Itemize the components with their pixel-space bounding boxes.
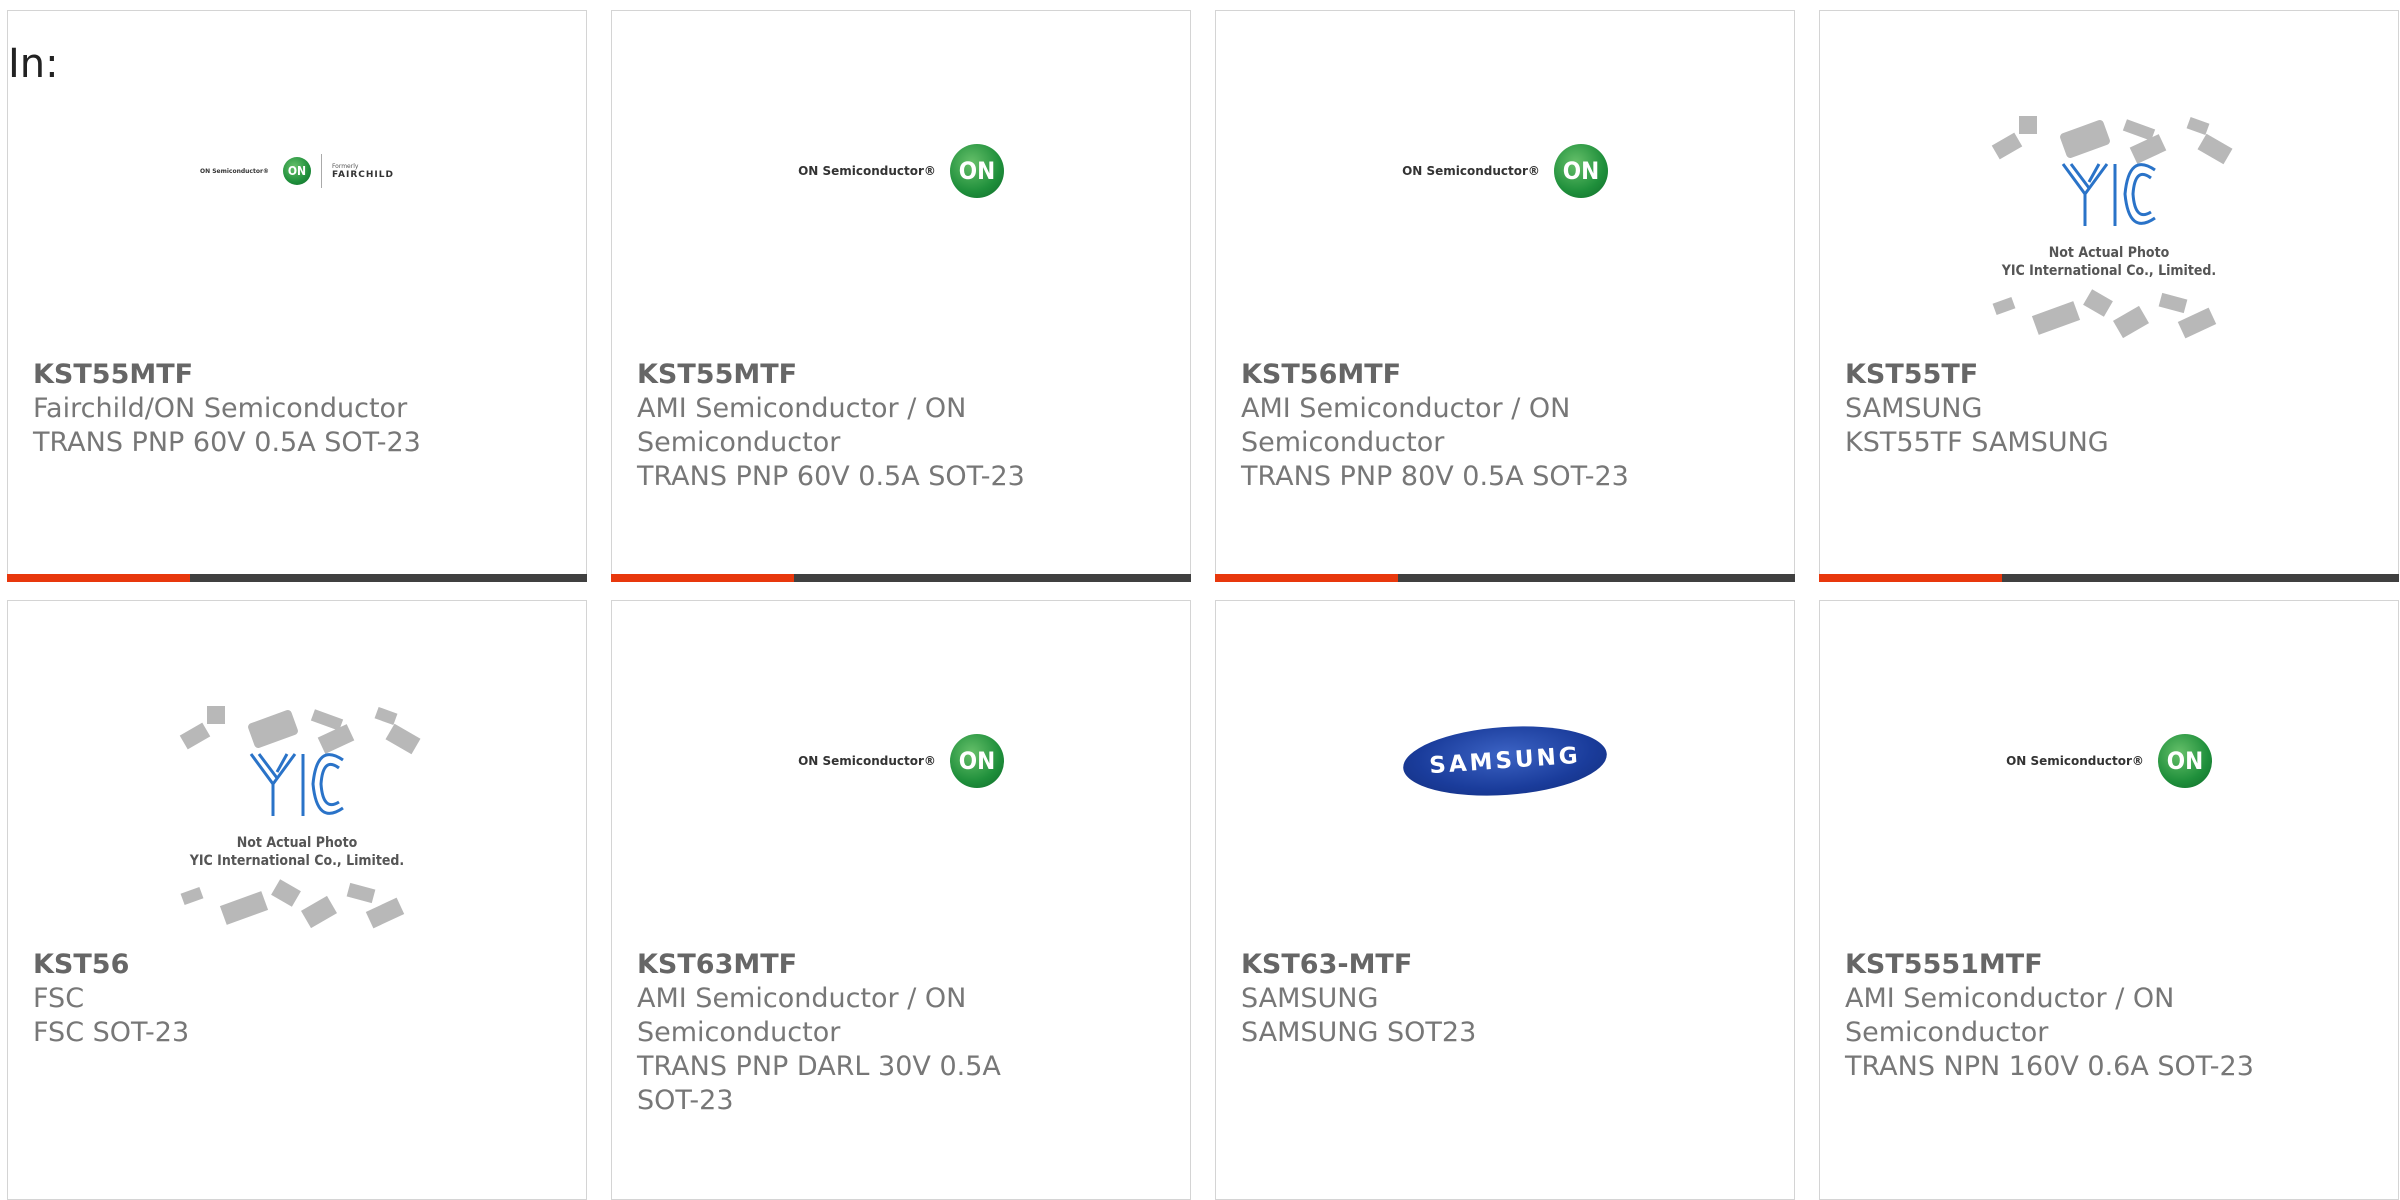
- part-number[interactable]: KST63MTF: [637, 948, 1067, 982]
- description: TRANS PNP DARL 30V 0.5A SOT-23: [637, 1051, 1001, 1116]
- product-card[interactable]: ON Semiconductor® ON Formerly FAIRCHILD …: [7, 10, 587, 582]
- chip-icon: [301, 895, 337, 929]
- part-number[interactable]: KST56: [33, 948, 463, 982]
- onsemi-logo-text: ON Semiconductor®: [1402, 164, 1540, 178]
- onsemi-logo-text: ON Semiconductor®: [2006, 754, 2144, 768]
- product-card[interactable]: Not Actual Photo YIC International Co., …: [1819, 10, 2399, 582]
- onsemi-logo-text: ON Semiconductor®: [200, 167, 269, 175]
- product-grid: ON Semiconductor® ON Formerly FAIRCHILD …: [0, 0, 2400, 1200]
- yic-placeholder: Not Actual Photo YIC International Co., …: [8, 693, 586, 943]
- part-number[interactable]: KST55MTF: [33, 358, 463, 392]
- on-circle-icon: ON: [282, 157, 311, 185]
- description: SAMSUNG SOT23: [1241, 1017, 1477, 1048]
- yic-caption-line2: YIC International Co., Limited.: [189, 853, 405, 869]
- chip-icon: [271, 879, 301, 907]
- description: TRANS PNP 80V 0.5A SOT-23: [1241, 461, 1629, 492]
- part-number[interactable]: KST55MTF: [637, 358, 1067, 392]
- manufacturer: AMI Semiconductor / ON Semiconductor: [637, 393, 967, 458]
- product-card[interactable]: ON Semiconductor® ON KST5551MTF AMI Semi…: [1819, 600, 2399, 1200]
- chip-icon: [219, 891, 269, 925]
- in-label: In:: [8, 41, 59, 87]
- logo-divider: [320, 154, 322, 188]
- yic-placeholder: Not Actual Photo YIC International Co., …: [1820, 103, 2398, 353]
- chip-icon: [385, 723, 421, 755]
- fairchild-onsemi-logo: ON Semiconductor® ON Formerly FAIRCHILD: [8, 91, 586, 251]
- card-bar-accent: [611, 574, 794, 582]
- manufacturer: AMI Semiconductor / ON Semiconductor: [637, 983, 967, 1048]
- product-card[interactable]: ON Semiconductor® ON KST63MTF AMI Semico…: [611, 600, 1191, 1200]
- card-bar: [7, 574, 587, 582]
- chip-icon: [180, 886, 204, 906]
- onsemi-logo: ON Semiconductor® ON: [1216, 91, 1794, 251]
- part-number[interactable]: KST5551MTF: [1845, 948, 2275, 982]
- card-bar: [1819, 574, 2399, 582]
- chip-icon: [2058, 118, 2112, 160]
- chip-icon: [207, 706, 225, 724]
- card-bar-accent: [7, 574, 190, 582]
- product-card[interactable]: ON Semiconductor® ON KST55MTF AMI Semico…: [611, 10, 1191, 582]
- manufacturer: AMI Semiconductor / ON Semiconductor: [1241, 393, 1571, 458]
- card-bar: [1215, 574, 1795, 582]
- chip-icon: [2031, 301, 2081, 335]
- chip-icon: [2158, 292, 2188, 314]
- part-number[interactable]: KST63-MTF: [1241, 948, 1671, 982]
- product-card[interactable]: SAMSUNG KST63-MTF SAMSUNG SAMSUNG SOT23: [1215, 600, 1795, 1200]
- chip-icon: [2083, 289, 2113, 317]
- description: TRANS PNP 60V 0.5A SOT-23: [33, 427, 421, 458]
- onsemi-logo-text: ON Semiconductor®: [798, 754, 936, 768]
- card-bar-accent: [1215, 574, 1398, 582]
- samsung-logo-text: SAMSUNG: [1400, 719, 1610, 803]
- onsemi-logo: ON Semiconductor® ON: [612, 91, 1190, 251]
- manufacturer: FSC: [33, 983, 85, 1014]
- manufacturer: Fairchild/ON Semiconductor: [33, 393, 408, 424]
- product-card[interactable]: ON Semiconductor® ON KST56MTF AMI Semico…: [1215, 10, 1795, 582]
- yic-logo-icon: [249, 753, 344, 816]
- description: TRANS PNP 60V 0.5A SOT-23: [637, 461, 1025, 492]
- onsemi-logo: ON Semiconductor® ON: [1820, 681, 2398, 841]
- fairchild-formerly: Formerly: [331, 162, 359, 170]
- yic-caption-line1: Not Actual Photo: [236, 835, 358, 851]
- chip-icon: [1991, 132, 2023, 160]
- chip-icon: [1992, 296, 2016, 316]
- fairchild-name: FAIRCHILD: [331, 169, 394, 180]
- chip-icon: [374, 706, 398, 726]
- onsemi-logo: ON Semiconductor® ON: [612, 681, 1190, 841]
- on-circle-icon: ON: [2157, 734, 2212, 788]
- manufacturer: SAMSUNG: [1241, 983, 1379, 1014]
- samsung-logo: SAMSUNG: [1216, 681, 1794, 841]
- product-card[interactable]: Not Actual Photo YIC International Co., …: [7, 600, 587, 1200]
- chip-icon: [2019, 116, 2037, 134]
- yic-caption-line1: Not Actual Photo: [2048, 245, 2170, 261]
- manufacturer: AMI Semiconductor / ON Semiconductor: [1845, 983, 2175, 1048]
- chip-icon: [246, 708, 300, 750]
- chip-icon: [2186, 116, 2210, 136]
- card-bar: [611, 574, 1191, 582]
- part-number[interactable]: KST56MTF: [1241, 358, 1671, 392]
- on-circle-icon: ON: [949, 734, 1004, 788]
- on-circle-icon: ON: [949, 144, 1004, 198]
- chip-icon: [2113, 305, 2149, 339]
- part-number[interactable]: KST55TF: [1845, 358, 2275, 392]
- description: KST55TF SAMSUNG: [1845, 427, 2109, 458]
- description: TRANS NPN 160V 0.6A SOT-23: [1845, 1051, 2254, 1082]
- description: FSC SOT-23: [33, 1017, 190, 1048]
- yic-logo-icon: [2061, 163, 2156, 226]
- chip-icon: [179, 722, 211, 750]
- chip-icon: [346, 882, 376, 904]
- chip-icon: [2197, 133, 2233, 165]
- on-circle-icon: ON: [1553, 144, 1608, 198]
- yic-caption-line2: YIC International Co., Limited.: [2001, 263, 2217, 279]
- onsemi-logo-text: ON Semiconductor®: [798, 164, 936, 178]
- manufacturer: SAMSUNG: [1845, 393, 1983, 424]
- card-bar-accent: [1819, 574, 2002, 582]
